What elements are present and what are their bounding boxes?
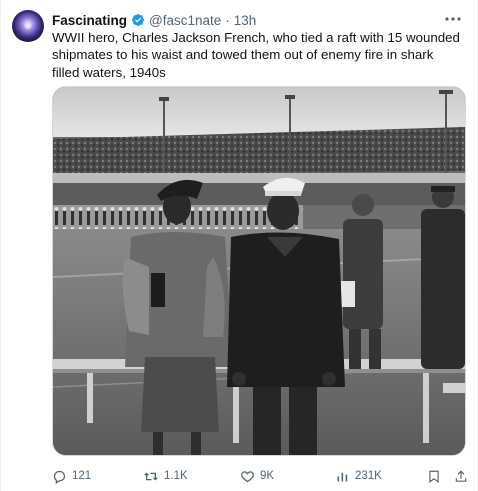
- reply-button[interactable]: 121: [52, 469, 91, 484]
- header-separator: ·: [225, 12, 230, 28]
- reply-count: 121: [72, 470, 92, 482]
- views-icon: [337, 472, 348, 481]
- retweet-count: 1.1K: [164, 470, 188, 482]
- share-icon: [455, 469, 467, 482]
- tweet-text: WWII hero, Charles Jackson French, who t…: [52, 30, 460, 80]
- author-handle[interactable]: @fasc1nate: [149, 13, 221, 28]
- tweet-header: Fascinating @fasc1nate · 13h: [52, 11, 256, 29]
- bookmark-icon: [429, 470, 439, 483]
- tweet-timestamp[interactable]: 13h: [234, 13, 257, 28]
- tweet-actions: 121 1.1K 9K 231K: [52, 466, 468, 486]
- views-button[interactable]: 231K: [335, 469, 382, 484]
- avatar[interactable]: [12, 10, 44, 42]
- reply-icon: [53, 470, 66, 484]
- like-count: 9K: [260, 470, 275, 482]
- verified-badge-icon: [131, 13, 145, 27]
- heart-icon: [241, 470, 254, 482]
- more-icon[interactable]: [444, 12, 462, 26]
- retweet-button[interactable]: 1.1K: [143, 469, 188, 484]
- tweet[interactable]: Fascinating @fasc1nate · 13h WWII hero, …: [0, 0, 478, 491]
- bookmark-button[interactable]: [427, 469, 441, 484]
- retweet-icon: [144, 471, 158, 481]
- author-display-name[interactable]: Fascinating: [52, 13, 127, 28]
- tweet-photo[interactable]: [52, 86, 466, 456]
- share-button[interactable]: [454, 469, 468, 484]
- like-button[interactable]: 9K: [240, 469, 274, 484]
- views-count: 231K: [355, 470, 382, 482]
